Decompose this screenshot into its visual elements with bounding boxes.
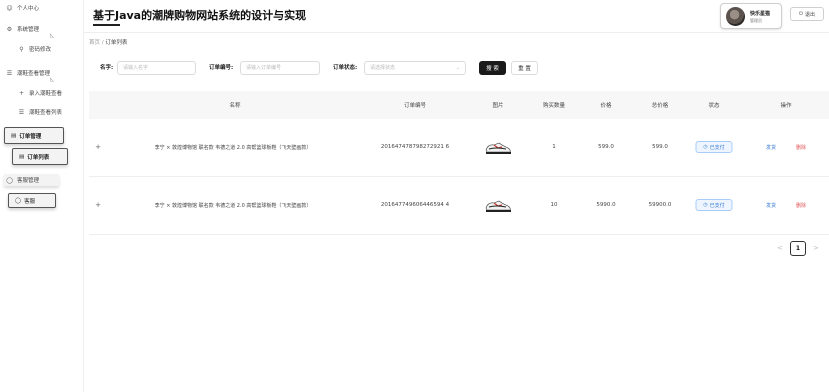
search-button[interactable]: 搜 索 xyxy=(479,61,506,75)
column-header-status: 状态 xyxy=(708,103,720,109)
plus-icon: + xyxy=(18,89,25,97)
order-no-input[interactable]: 请输入订单编号 xyxy=(240,61,320,75)
gear-icon: ⚙ xyxy=(6,25,13,33)
sidebar-item-label: 潮鞋查看列表 xyxy=(29,110,63,116)
sidebar-item-label: 订单管理 xyxy=(19,133,42,140)
cell-name: 李宁 × 敦煌博物馆 联名款 韦德之道 2.0 高帮篮球板鞋（飞天壁画款） xyxy=(154,145,312,151)
next-page-button[interactable]: > xyxy=(813,244,819,252)
chevron-up-icon: ◺ xyxy=(50,33,54,39)
status-select[interactable]: 请选择状态 ⌄ xyxy=(364,61,466,75)
cell-order-no: 201647749606446594 4 xyxy=(380,202,450,208)
name-input[interactable]: 请输入名字 xyxy=(117,61,196,75)
product-image xyxy=(485,142,511,154)
person-icon: ☺ xyxy=(6,4,13,12)
cell-name: 李宁 × 敦煌博物馆 联名款 韦德之道 2.0 高帮篮球板鞋（飞天壁画款） xyxy=(154,203,312,209)
sidebar-item-label: 订单列表 xyxy=(27,154,50,161)
cell-quantity: 1 xyxy=(552,144,556,150)
sidebar-item-shoe-list[interactable]: ☰ 潮鞋查看列表 xyxy=(18,108,63,117)
status-label: 订单状态: xyxy=(333,65,358,71)
delete-button[interactable]: 删除 xyxy=(796,144,806,151)
title-underline xyxy=(93,24,120,26)
column-header-order-no: 订单编号 xyxy=(403,103,427,109)
sidebar-item-label: 系统管理 xyxy=(17,27,40,33)
user-name: 快乐星猫 xyxy=(750,11,771,17)
expand-button[interactable]: + xyxy=(95,143,101,151)
cell-price: 599.0 xyxy=(598,144,614,150)
sidebar-item-add-shoe[interactable]: + 录入潮鞋查看 xyxy=(18,89,63,98)
cell-total: 59900.0 xyxy=(648,202,672,208)
sidebar-item-label: 客服管理 xyxy=(17,178,40,184)
page-number-current[interactable]: 1 xyxy=(790,241,806,256)
sidebar: ☺ 个人中心 ⚙ 系统管理 ◺ ⚲ 密码修改 ☰ 潮鞋查看管理 ◺ + 录入潮鞋… xyxy=(0,0,84,392)
status-badge: ◷ 已支付 xyxy=(695,199,733,211)
document-icon: ▤ xyxy=(19,153,25,160)
sidebar-item-shoe-management[interactable]: ☰ 潮鞋查看管理 xyxy=(6,69,51,78)
list-icon: ☰ xyxy=(6,69,13,77)
chat-icon: ◯ xyxy=(6,176,13,184)
user-profile[interactable]: 快乐星猫 管理员 xyxy=(720,3,782,29)
breadcrumb: 首页 / 订单列表 xyxy=(89,38,127,46)
sidebar-item-service[interactable]: ◯ 客服 xyxy=(8,193,56,208)
chevron-up-icon: ◺ xyxy=(50,77,54,83)
clock-icon: ◷ xyxy=(703,202,708,208)
sidebar-item-label: 客服 xyxy=(24,198,36,205)
key-icon: ⚲ xyxy=(19,45,24,53)
chevron-down-icon: ⌄ xyxy=(455,65,460,71)
expand-button[interactable]: + xyxy=(95,201,101,209)
column-header-quantity: 购买数量 xyxy=(542,103,566,109)
page-title: 基于Java的潮牌购物网站系统的设计与实现 xyxy=(93,9,307,22)
avatar xyxy=(726,7,745,26)
breadcrumb-separator: / xyxy=(101,40,104,46)
power-icon: ⏻ xyxy=(799,11,803,17)
status-badge: ◷ 已支付 xyxy=(695,141,733,153)
sidebar-item-label: 个人中心 xyxy=(17,6,40,12)
sidebar-item-order-management[interactable]: ▤ 订单管理 xyxy=(4,127,64,144)
order-no-label: 订单编号: xyxy=(209,65,234,71)
column-header-total: 总价格 xyxy=(651,103,669,109)
cell-total: 599.0 xyxy=(652,144,668,150)
chat-icon: ◯ xyxy=(15,197,22,204)
cell-order-no: 201647478798272921 6 xyxy=(380,144,450,150)
user-role: 管理员 xyxy=(750,18,762,23)
sidebar-item-password[interactable]: ⚲ 密码修改 xyxy=(18,45,52,54)
cell-quantity: 10 xyxy=(550,202,558,208)
column-header-price: 价格 xyxy=(600,103,612,109)
breadcrumb-current: 订单列表 xyxy=(105,40,128,46)
ship-button[interactable]: 发货 xyxy=(766,144,776,151)
sidebar-item-label: 潮鞋查看管理 xyxy=(17,71,51,77)
list-icon: ☰ xyxy=(18,108,25,116)
logout-button[interactable]: ⏻ 退出 xyxy=(790,7,824,21)
column-header-name: 名称 xyxy=(229,103,241,109)
column-header-image: 图片 xyxy=(492,103,504,109)
ship-button[interactable]: 发货 xyxy=(766,202,776,209)
delete-button[interactable]: 删除 xyxy=(796,202,806,209)
product-image xyxy=(485,200,511,212)
name-label: 名字: xyxy=(100,65,114,71)
document-icon: ▤ xyxy=(11,132,17,139)
prev-page-button[interactable]: < xyxy=(777,244,783,252)
sidebar-item-label: 密码修改 xyxy=(29,47,52,53)
sidebar-item-label: 录入潮鞋查看 xyxy=(29,91,63,97)
breadcrumb-home[interactable]: 首页 xyxy=(89,40,100,46)
cell-price: 5990.0 xyxy=(596,202,616,208)
reset-button[interactable]: 重 置 xyxy=(511,61,538,75)
sidebar-item-personal-center[interactable]: ☺ 个人中心 xyxy=(6,4,40,13)
header: 基于Java的潮牌购物网站系统的设计与实现 快乐星猫 管理员 ⏻ 退出 xyxy=(84,0,829,33)
column-header-actions: 操作 xyxy=(780,103,792,109)
sidebar-item-service-management[interactable]: ◯ 客服管理 xyxy=(4,174,60,186)
sidebar-item-system-management[interactable]: ⚙ 系统管理 xyxy=(6,25,40,34)
clock-icon: ◷ xyxy=(703,144,708,150)
sidebar-item-order-list[interactable]: ▤ 订单列表 xyxy=(12,148,68,165)
